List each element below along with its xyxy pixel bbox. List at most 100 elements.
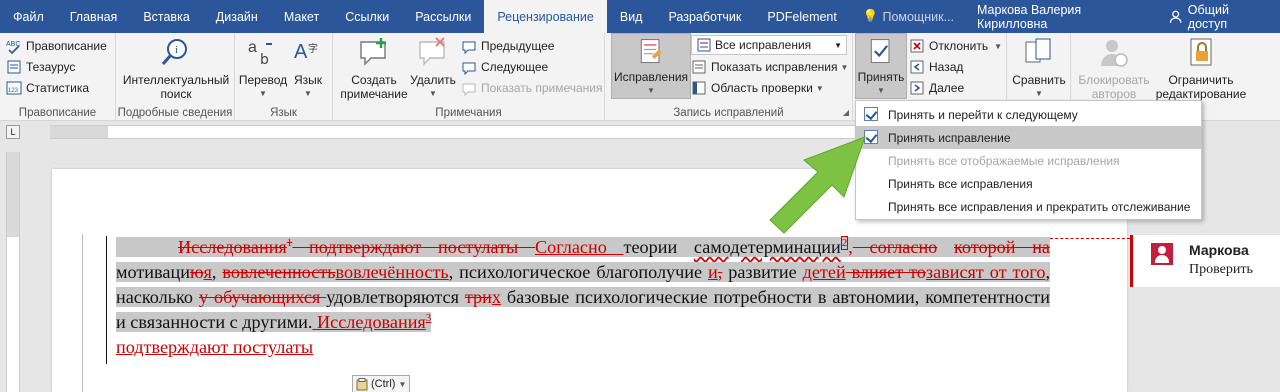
restrict-editing-button[interactable]: Ограничить редактирование [1155,36,1247,101]
new-comment-button[interactable]: Создать примечание [339,36,409,101]
reviewing-pane-button[interactable]: Область проверки ▼ [691,78,824,98]
previous-change-icon [910,60,924,74]
deleted-text[interactable]: которой на [954,237,1050,257]
lightbulb-icon: 💡 [862,9,879,23]
inserted-text[interactable]: Исследования [312,312,426,332]
smart-lookup-button[interactable]: i Интеллектуальный поиск [122,36,230,101]
compare-button[interactable]: Сравнить ▼ [1011,36,1067,101]
dropdown-arrow-icon: ▼ [647,86,655,95]
show-markup-button[interactable]: Показать исправления ▼ [691,57,848,77]
comment-balloon[interactable]: Маркова Проверить [1130,235,1280,287]
document-body[interactable]: Исследования1 подтверждают постулаты Сог… [116,235,1051,360]
body-text[interactable]: теории [624,237,694,257]
deleted-text[interactable]: влияет то [846,262,926,282]
reviewing-pane-icon [692,81,706,95]
inserted-text[interactable]: подтверждают постулаты [116,337,313,357]
tab-view[interactable]: Вид [607,0,656,33]
tab-layout[interactable]: Макет [271,0,332,33]
language-icon: A字 [294,41,318,63]
tab-mailings[interactable]: Рассылки [402,0,484,33]
avatar [1151,243,1173,265]
show-markup-icon [692,60,706,74]
next-change-icon [910,81,924,95]
vertical-ruler-margin [7,152,19,237]
translate-button[interactable]: ab Перевод ▼ [239,36,287,101]
tell-me-box[interactable]: 💡 Помощник... [850,0,967,33]
previous-change-button[interactable]: Назад [909,57,963,77]
clipboard-icon [356,377,368,390]
tell-me-placeholder: Помощник... [882,9,954,24]
deleted-text[interactable]: подтверждают постулаты [292,237,535,257]
menu-item-accept-and-move[interactable]: Принять и перейти к следующему [856,103,1201,126]
accept-button[interactable]: Принять ▼ [855,33,907,99]
share-label: Общий доступ [1187,2,1229,31]
group-language: ab Перевод ▼ A字 Язык ▼ Язык [235,33,333,121]
deleted-text[interactable]: вовлеченность [222,262,335,282]
display-for-review-select[interactable]: Все исправления ▼ [691,35,847,55]
tab-references[interactable]: Ссылки [332,0,402,33]
body-text[interactable]: удовлетворяются [326,287,465,307]
deleted-text[interactable]: у обучающихся [199,287,326,307]
user-name[interactable]: Маркова Валерия Кирилловна [967,0,1157,33]
svg-text:i: i [175,44,178,56]
deleted-text[interactable]: три [465,287,492,307]
inserted-text[interactable]: и [708,262,718,282]
tab-pdfelement[interactable]: PDFelement [754,0,849,33]
inserted-text[interactable]: Согласно [535,237,624,257]
footnote-ref[interactable]: 3 [426,312,432,324]
inserted-text[interactable]: я [204,262,212,282]
menu-item-accept-change[interactable]: Принять исправление [856,126,1201,149]
block-authors-button[interactable]: Блокировать авторов [1075,36,1153,101]
tab-selector[interactable]: L [6,125,20,139]
tab-review[interactable]: Рецензирование [484,0,607,33]
paste-label: (Ctrl) [371,378,396,390]
tab-insert[interactable]: Вставка [130,0,202,33]
show-comments-button[interactable]: Показать примечания [461,78,603,98]
thesaurus-button[interactable]: Тезаурус [6,57,75,77]
tab-home[interactable]: Главная [57,0,131,33]
body-text[interactable]: базовые [501,287,569,307]
body-text[interactable]: , [212,262,222,282]
spelling-button[interactable]: ABC Правописание [6,36,107,56]
body-text[interactable]: развитие [722,262,796,282]
inserted-text[interactable]: х [492,287,501,307]
deleted-text[interactable]: Исследования [178,237,287,257]
inserted-text[interactable]: зависят от того [926,262,1046,282]
word-count-button[interactable]: 123 Статистика [6,78,89,98]
comment-text[interactable]: Проверить [1189,262,1253,278]
reject-button[interactable]: Отклонить ▼ [909,36,1002,56]
deleted-text[interactable]: ю [190,262,204,282]
svg-text:A: A [294,41,308,63]
group-spelling: ABC Правописание Тезаурус 123 Статистика… [0,33,116,121]
accept-icon [870,39,890,64]
share-button[interactable]: Общий доступ [1157,0,1280,33]
delete-comment-button[interactable]: Удалить ▼ [409,36,457,101]
paste-options-button[interactable]: (Ctrl) ▼ [352,375,411,392]
language-button[interactable]: A字 Язык ▼ [287,36,329,101]
body-text[interactable]: мотиваци [116,262,190,282]
svg-text:123: 123 [8,88,19,94]
next-comment-button[interactable]: Следующее [461,57,548,77]
tab-file[interactable]: Файл [0,0,57,33]
dropdown-arrow-icon: ▼ [994,41,1003,51]
menu-item-accept-shown[interactable]: Принять все отображаемые исправления [856,149,1201,172]
menu-item-accept-all-stop-tracking[interactable]: Принять все исправления и прекратить отс… [856,195,1201,218]
track-changes-button[interactable]: Исправления ▼ [611,33,691,99]
tab-developer[interactable]: Разработчик [655,0,754,33]
menu-item-accept-all[interactable]: Принять все исправления [856,172,1201,195]
dropdown-arrow-icon: ▼ [398,379,407,389]
next-change-button[interactable]: Далее [909,78,964,98]
previous-comment-button[interactable]: Предыдущее [461,36,554,56]
dropdown-arrow-icon: ▼ [259,89,267,98]
body-text[interactable]: , психологическое благополучие [449,262,708,282]
inserted-text[interactable]: вовлечённость [336,262,449,282]
restrict-editing-icon [1190,38,1212,66]
inserted-text[interactable]: детей [803,262,846,282]
dialog-launcher-icon[interactable]: ◢ [843,108,849,117]
dropdown-arrow-icon: ▼ [1035,89,1043,98]
group-label: Примечания [435,107,502,119]
next-comment-icon [462,62,476,75]
tab-design[interactable]: Дизайн [203,0,271,33]
chevron-down-icon: ▼ [834,40,842,50]
group-label: Запись исправлений [673,107,784,119]
